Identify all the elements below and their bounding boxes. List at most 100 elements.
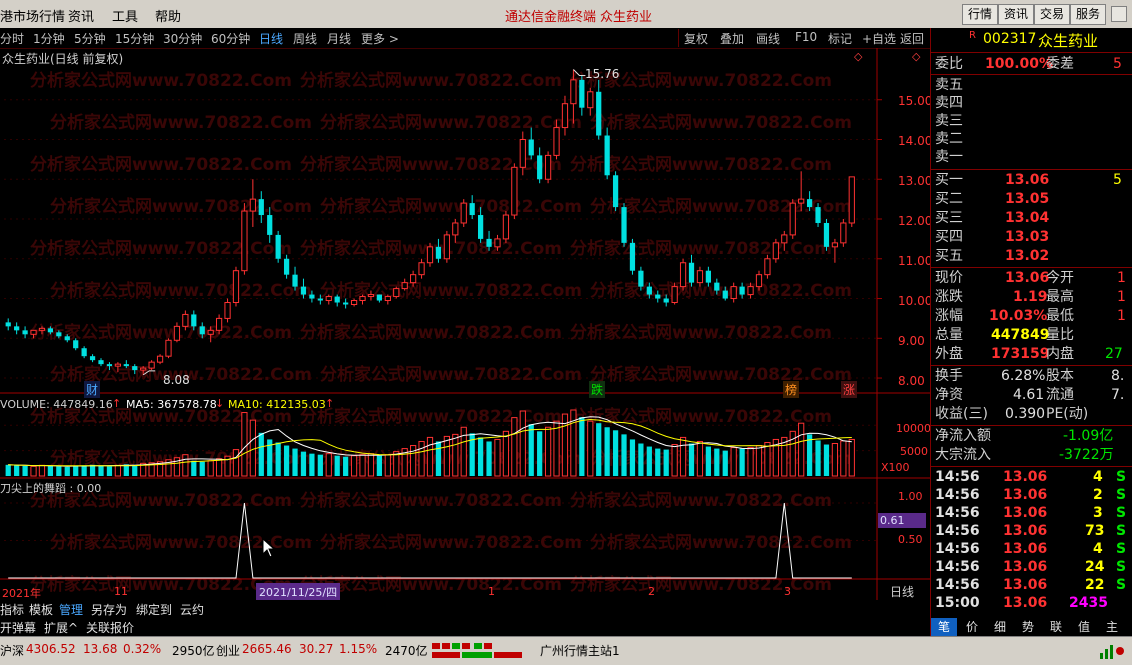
- candle[interactable]: [688, 254, 695, 287]
- candle[interactable]: [840, 219, 847, 247]
- chart-diamond-icon[interactable]: ◇: [854, 50, 862, 63]
- candle[interactable]: [241, 203, 248, 275]
- candle[interactable]: [722, 286, 728, 301]
- candle[interactable]: [764, 254, 771, 279]
- candle[interactable]: [646, 282, 652, 299]
- top-btn-service[interactable]: 服务: [1070, 4, 1107, 25]
- candle[interactable]: [511, 163, 518, 220]
- top-btn-trade[interactable]: 交易: [1034, 4, 1071, 25]
- btn-f10[interactable]: F10: [795, 30, 817, 44]
- event-tag-rise[interactable]: 涨: [841, 381, 858, 398]
- btn-mark[interactable]: 标记: [828, 30, 852, 47]
- candle[interactable]: [596, 79, 602, 140]
- candle[interactable]: [401, 278, 408, 291]
- candle[interactable]: [747, 282, 754, 299]
- market-breadth-icon[interactable]: [432, 641, 532, 664]
- candle[interactable]: [789, 199, 796, 239]
- tab-value[interactable]: 值: [1071, 618, 1097, 636]
- candle[interactable]: [714, 278, 720, 295]
- sh-index-label[interactable]: 沪深: [0, 642, 24, 659]
- btn-adjust[interactable]: 复权: [684, 30, 708, 47]
- candle[interactable]: [325, 294, 332, 305]
- candle[interactable]: [486, 230, 492, 251]
- tab-related-quote[interactable]: 关联报价: [86, 619, 134, 636]
- tab-price[interactable]: 价: [959, 618, 985, 636]
- candle[interactable]: [426, 242, 434, 267]
- menu-tools[interactable]: 工具: [112, 6, 138, 25]
- candle[interactable]: [418, 258, 425, 279]
- candle[interactable]: [38, 326, 46, 335]
- candle[interactable]: [267, 207, 273, 243]
- menu-market[interactable]: 港市场行情: [0, 6, 65, 25]
- candle[interactable]: [679, 258, 687, 291]
- candle[interactable]: [469, 195, 475, 220]
- candle[interactable]: [89, 354, 96, 363]
- candle[interactable]: [207, 326, 214, 343]
- tick-row[interactable]: 14:56 13.06 4 S: [931, 540, 1132, 558]
- candle[interactable]: [14, 322, 20, 335]
- candle[interactable]: [781, 230, 788, 251]
- event-tag-drop[interactable]: 跌: [589, 381, 606, 398]
- period-weekly[interactable]: 周线: [293, 30, 317, 47]
- candle[interactable]: [156, 354, 164, 365]
- candle[interactable]: [798, 171, 805, 212]
- tab-expand[interactable]: 扩展^: [44, 619, 78, 636]
- tick-row[interactable]: 14:56 13.06 3 S: [931, 504, 1132, 522]
- candle[interactable]: [191, 310, 197, 331]
- tick-row[interactable]: 14:56 13.06 4 S: [931, 468, 1132, 486]
- tool-saveas[interactable]: 另存为: [91, 601, 127, 618]
- btn-back[interactable]: 返回: [900, 30, 924, 47]
- candle[interactable]: [165, 338, 172, 359]
- menu-info[interactable]: 资讯: [68, 6, 94, 25]
- period-timeshare[interactable]: 分时: [0, 30, 24, 47]
- btn-add-watch[interactable]: +自选: [862, 30, 896, 47]
- candle[interactable]: [199, 322, 205, 339]
- period-more[interactable]: 更多 >: [361, 30, 399, 47]
- candle[interactable]: [612, 171, 619, 212]
- server-name[interactable]: 广州行情主站1: [540, 642, 620, 659]
- candle[interactable]: [502, 211, 510, 243]
- tick-row[interactable]: 14:56 13.06 22 S: [931, 576, 1132, 594]
- candle[interactable]: [629, 238, 636, 275]
- candle[interactable]: [848, 176, 855, 227]
- period-monthly[interactable]: 月线: [327, 30, 351, 47]
- candle[interactable]: [283, 254, 290, 279]
- candle[interactable]: [410, 270, 417, 287]
- candle[interactable]: [638, 266, 644, 291]
- window-menu-icon[interactable]: [1111, 6, 1127, 22]
- candle[interactable]: [452, 219, 459, 243]
- candle[interactable]: [132, 364, 138, 375]
- candle[interactable]: [739, 282, 745, 299]
- candle[interactable]: [22, 326, 28, 339]
- candle[interactable]: [537, 147, 543, 184]
- candle[interactable]: [528, 127, 534, 160]
- tick-row[interactable]: 14:56 13.06 73 S: [931, 522, 1132, 540]
- tool-indicator[interactable]: 指标: [0, 601, 24, 618]
- candle[interactable]: [258, 191, 264, 223]
- candle[interactable]: [317, 294, 323, 305]
- candle[interactable]: [123, 360, 129, 369]
- kline-chart-area[interactable]: 分析家公式网www.70822.Com 分析家公式网www.70822.Com 分析…: [0, 48, 932, 601]
- candle[interactable]: [393, 286, 400, 299]
- candle[interactable]: [292, 266, 298, 291]
- candle[interactable]: [300, 278, 307, 299]
- candle[interactable]: [56, 330, 62, 339]
- candle[interactable]: [334, 294, 340, 307]
- candle[interactable]: [553, 119, 560, 160]
- tab-tick[interactable]: 笔: [931, 618, 957, 636]
- candle[interactable]: [730, 282, 737, 303]
- candle[interactable]: [477, 207, 484, 243]
- candle[interactable]: [30, 329, 37, 339]
- candle[interactable]: [579, 75, 585, 116]
- candle[interactable]: [587, 87, 594, 116]
- candle[interactable]: [561, 95, 569, 136]
- btn-overlay[interactable]: 叠加: [720, 30, 744, 47]
- tick-row[interactable]: 14:56 13.06 2 S: [931, 486, 1132, 504]
- candle[interactable]: [460, 199, 467, 227]
- chart-close-icon[interactable]: ◇: [912, 50, 920, 63]
- menu-help[interactable]: 帮助: [155, 6, 181, 25]
- tool-cloud[interactable]: 云约: [180, 601, 204, 618]
- candle[interactable]: [173, 322, 181, 343]
- candle[interactable]: [343, 298, 349, 309]
- candle[interactable]: [64, 334, 70, 343]
